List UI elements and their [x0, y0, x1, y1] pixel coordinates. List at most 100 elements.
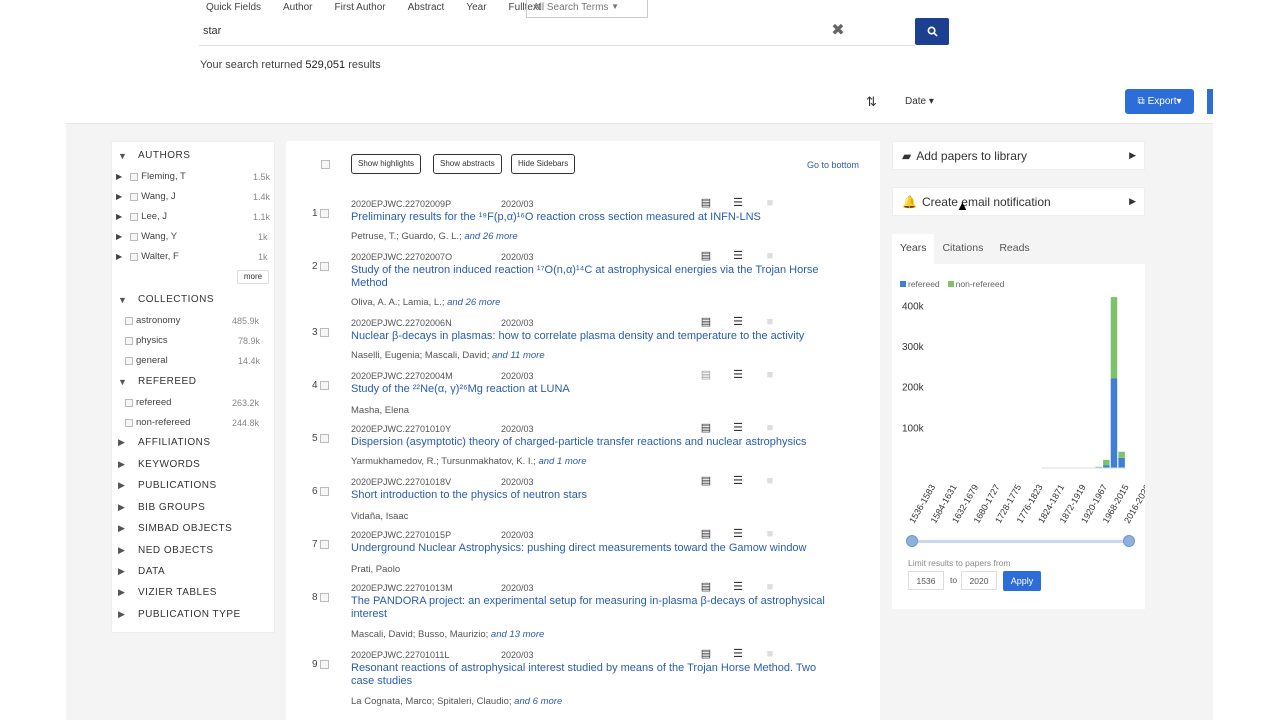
- search-button[interactable]: [915, 18, 949, 45]
- result-checkbox[interactable]: [320, 381, 329, 390]
- list-icon[interactable]: ☰: [732, 197, 744, 209]
- list-icon[interactable]: ☰: [732, 369, 744, 381]
- facet-bib-groups-header[interactable]: ▶ BIB GROUPS: [118, 502, 205, 513]
- full-text-icon[interactable]: ▤: [700, 422, 712, 434]
- export-button[interactable]: ⧉ Export ▾: [1125, 89, 1194, 114]
- facet-checkbox[interactable]: [125, 418, 133, 427]
- result-title-link[interactable]: Dispersion (asymptotic) theory of charge…: [351, 436, 831, 449]
- facet-checkbox[interactable]: [130, 192, 139, 201]
- result-checkbox[interactable]: [320, 262, 329, 271]
- more-authors-link[interactable]: and 26 more: [447, 297, 500, 308]
- result-checkbox[interactable]: [320, 487, 329, 496]
- result-checkbox[interactable]: [320, 434, 329, 443]
- full-text-icon[interactable]: ▤: [700, 369, 712, 381]
- result-title-link[interactable]: Resonant reactions of astrophysical inte…: [351, 662, 831, 688]
- quick-field-quick-fields[interactable]: Quick Fields: [206, 2, 261, 13]
- more-authors-link[interactable]: and 6 more: [514, 696, 562, 707]
- facet-checkbox[interactable]: [125, 336, 133, 345]
- list-icon[interactable]: ☰: [732, 648, 744, 660]
- go-to-bottom-link[interactable]: Go to bottom: [807, 160, 859, 170]
- more-authors-link[interactable]: and 11 more: [492, 350, 545, 361]
- full-text-icon[interactable]: ▤: [700, 581, 712, 593]
- facet-item-collection[interactable]: physics 78.9k: [125, 335, 270, 346]
- facet-pubtype-header[interactable]: ▶ PUBLICATION TYPE: [118, 609, 241, 620]
- show-abstracts-button[interactable]: Show abstracts: [433, 154, 502, 174]
- facet-publications-header[interactable]: ▶ PUBLICATIONS: [118, 480, 217, 491]
- slider-handle-start[interactable]: [906, 535, 918, 547]
- quick-field-year[interactable]: Year: [466, 2, 486, 13]
- year-range-slider[interactable]: [906, 535, 1135, 547]
- search-input[interactable]: [199, 18, 839, 44]
- data-icon[interactable]: ■: [764, 369, 776, 381]
- apply-button[interactable]: Apply: [1003, 571, 1041, 591]
- data-icon[interactable]: ■: [764, 581, 776, 593]
- result-checkbox[interactable]: [320, 540, 329, 549]
- result-title-link[interactable]: Study of the ²²Ne(α, γ)²⁶Mg reaction at …: [351, 383, 831, 396]
- hide-sidebars-button[interactable]: Hide Sidebars: [511, 154, 576, 174]
- quick-field-author[interactable]: Author: [283, 2, 312, 13]
- result-checkbox[interactable]: [320, 328, 329, 337]
- year-from-input[interactable]: [908, 571, 944, 590]
- result-checkbox[interactable]: [320, 209, 329, 218]
- result-checkbox[interactable]: [320, 593, 329, 602]
- bar-refereed[interactable]: [1110, 378, 1118, 469]
- more-authors-link[interactable]: and 1 more: [538, 456, 586, 467]
- bar-non-refereed[interactable]: [1110, 297, 1118, 379]
- result-title-link[interactable]: The PANDORA project: an experimental set…: [351, 595, 831, 621]
- data-icon[interactable]: ■: [764, 475, 776, 487]
- all-search-terms-dropdown[interactable]: All Search Terms ▼: [526, 0, 648, 18]
- full-text-icon[interactable]: ▤: [700, 250, 712, 262]
- quick-field-abstract[interactable]: Abstract: [408, 2, 445, 13]
- data-icon[interactable]: ■: [764, 250, 776, 262]
- facet-vizier-header[interactable]: ▶ VIZIER TABLES: [118, 587, 217, 598]
- list-icon[interactable]: ☰: [732, 475, 744, 487]
- list-icon[interactable]: ☰: [732, 250, 744, 262]
- facet-checkbox[interactable]: [125, 356, 133, 365]
- show-highlights-button[interactable]: Show highlights: [351, 154, 422, 174]
- facet-affiliations-header[interactable]: ▶ AFFILIATIONS: [118, 437, 211, 448]
- authors-more-button[interactable]: more: [237, 270, 269, 284]
- facet-authors-header[interactable]: ▼ AUTHORS: [118, 150, 190, 161]
- facet-item-author[interactable]: ▶ Lee, J 1.1k: [116, 211, 270, 222]
- facet-checkbox[interactable]: [125, 398, 133, 407]
- list-icon[interactable]: ☰: [732, 581, 744, 593]
- full-text-icon[interactable]: ▤: [700, 197, 712, 209]
- facet-checkbox[interactable]: [130, 252, 139, 261]
- full-text-icon[interactable]: ▤: [700, 648, 712, 660]
- full-text-icon[interactable]: ▤: [700, 475, 712, 487]
- sort-dropdown[interactable]: Date ▾: [905, 96, 934, 107]
- slider-handle-end[interactable]: [1123, 535, 1135, 547]
- facet-checkbox[interactable]: [130, 172, 139, 181]
- create-email-notification-button[interactable]: 🔔 Create email notification ▶: [892, 187, 1145, 216]
- bar-non-refereed[interactable]: [1118, 451, 1125, 458]
- facet-checkbox[interactable]: [125, 316, 133, 325]
- facet-item-collection[interactable]: general 14.4k: [125, 355, 270, 366]
- data-icon[interactable]: ■: [764, 316, 776, 328]
- facet-collections-header[interactable]: ▼ COLLECTIONS: [118, 294, 214, 305]
- facet-refereed-header[interactable]: ▼ REFEREED: [118, 376, 196, 387]
- result-checkbox[interactable]: [320, 660, 329, 669]
- facet-simbad-header[interactable]: ▶ SIMBAD OBJECTS: [118, 523, 232, 534]
- facet-item-author[interactable]: ▶ Fleming, T 1.5k: [116, 171, 270, 182]
- data-icon[interactable]: ■: [764, 648, 776, 660]
- data-icon[interactable]: ■: [764, 197, 776, 209]
- result-title-link[interactable]: Nuclear β-decays in plasmas: how to corr…: [351, 330, 831, 343]
- facet-checkbox[interactable]: [130, 232, 139, 241]
- data-icon[interactable]: ■: [764, 422, 776, 434]
- list-icon[interactable]: ☰: [732, 422, 744, 434]
- facet-item-author[interactable]: ▶ Walter, F 1k: [116, 251, 270, 262]
- facet-item-refereed[interactable]: refereed 263.2k: [125, 397, 270, 408]
- full-text-icon[interactable]: ▤: [700, 528, 712, 540]
- bar-refereed[interactable]: [1118, 457, 1125, 468]
- bar-non-refereed[interactable]: [1103, 459, 1110, 466]
- facet-item-author[interactable]: ▶ Wang, Y 1k: [116, 231, 270, 242]
- sort-direction-icon[interactable]: ⇅: [866, 94, 877, 110]
- result-title-link[interactable]: Study of the neutron induced reaction ¹⁷…: [351, 264, 831, 290]
- facet-checkbox[interactable]: [130, 212, 139, 221]
- quick-field-first-author[interactable]: First Author: [334, 2, 385, 13]
- full-text-icon[interactable]: ▤: [700, 316, 712, 328]
- facet-item-author[interactable]: ▶ Wang, J 1.4k: [116, 191, 270, 202]
- facet-item-refereed[interactable]: non-refereed 244.8k: [125, 417, 270, 428]
- facet-ned-header[interactable]: ▶ NED OBJECTS: [118, 545, 214, 556]
- result-title-link[interactable]: Underground Nuclear Astrophysics: pushin…: [351, 542, 831, 555]
